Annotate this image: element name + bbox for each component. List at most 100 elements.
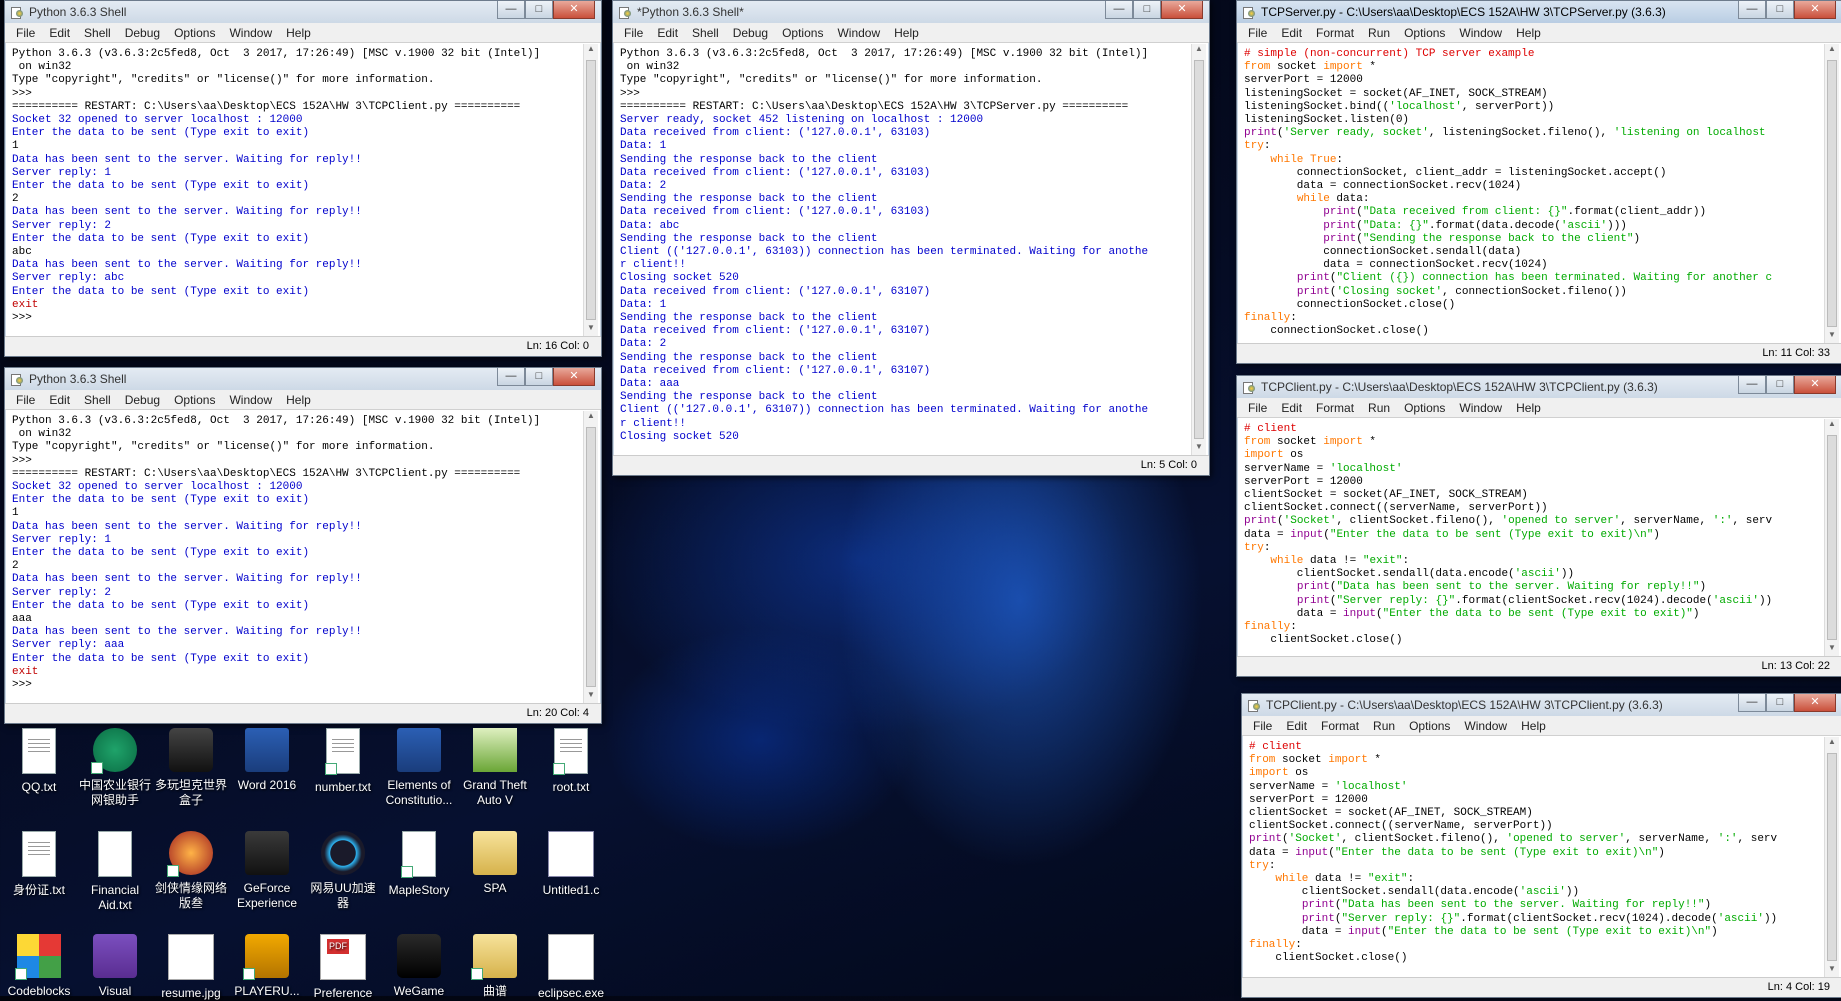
desktop-icon[interactable]: Grand Theft Auto V (458, 728, 532, 808)
desktop-icon[interactable]: GeForce Experience (230, 831, 304, 911)
desktop-icon[interactable]: QQ.txt (2, 728, 76, 795)
maximize-button[interactable]: □ (1133, 1, 1161, 19)
shell-window-1[interactable]: Python 3.6.3 Shell — □ ✕ File Edit Shell De… (4, 0, 602, 357)
menu-help[interactable]: Help (279, 26, 318, 40)
menu-shell[interactable]: Shell (77, 26, 118, 40)
minimize-button[interactable]: — (497, 368, 525, 386)
desktop-icon[interactable]: Visual (78, 934, 152, 999)
desktop-icon[interactable]: number.txt (306, 728, 380, 795)
minimize-button[interactable]: — (1738, 376, 1766, 394)
menu-edit[interactable]: Edit (650, 26, 685, 40)
menu-file[interactable]: File (9, 26, 42, 40)
client-editor-window-1[interactable]: TCPClient.py - C:\Users\aa\Desktop\ECS 1… (1236, 375, 1841, 677)
menu-options[interactable]: Options (1397, 26, 1452, 40)
desktop-icon[interactable]: Codeblocks (2, 934, 76, 999)
menu-help[interactable]: Help (279, 393, 318, 407)
menu-run[interactable]: Run (1361, 26, 1397, 40)
shell-output[interactable]: Python 3.6.3 (v3.6.3:2c5fed8, Oct 3 2017… (8, 44, 583, 336)
shell-output[interactable]: Python 3.6.3 (v3.6.3:2c5fed8, Oct 3 2017… (8, 411, 583, 703)
menu-help[interactable]: Help (887, 26, 926, 40)
server-editor-window[interactable]: TCPServer.py - C:\Users\aa\Desktop\ECS 1… (1236, 0, 1841, 364)
title-bar[interactable]: Python 3.6.3 Shell — □ ✕ (5, 368, 601, 390)
minimize-button[interactable]: — (497, 1, 525, 19)
desktop-icon[interactable]: 剑侠情缘网络 版叁 (154, 831, 228, 911)
menu-format[interactable]: Format (1309, 401, 1361, 415)
menu-file[interactable]: File (9, 393, 42, 407)
close-button[interactable]: ✕ (1161, 1, 1203, 19)
title-bar[interactable]: *Python 3.6.3 Shell* — □ ✕ (613, 1, 1209, 23)
desktop-icon[interactable]: Financial Aid.txt (78, 831, 152, 913)
maximize-button[interactable]: □ (1766, 376, 1794, 394)
maximize-button[interactable]: □ (1766, 694, 1794, 712)
menu-edit[interactable]: Edit (1279, 719, 1314, 733)
vertical-scrollbar[interactable]: ▲ ▼ (1191, 44, 1206, 455)
menu-window[interactable]: Window (222, 26, 279, 40)
desktop-icon[interactable]: WeGame (382, 934, 456, 999)
desktop-icon[interactable]: MapleStory (382, 831, 456, 898)
desktop-icon[interactable]: 中国农业银行 网银助手 (78, 728, 152, 808)
desktop-icon[interactable]: Preference (306, 934, 380, 1001)
close-button[interactable]: ✕ (553, 368, 595, 386)
close-button[interactable]: ✕ (553, 1, 595, 19)
code-editor[interactable]: # client from socket import * import os ser… (1245, 737, 1824, 977)
code-editor[interactable]: # simple (non-concurrent) TCP server exa… (1240, 44, 1824, 343)
minimize-button[interactable]: — (1738, 694, 1766, 712)
menu-options[interactable]: Options (1402, 719, 1457, 733)
menu-window[interactable]: Window (1452, 26, 1509, 40)
maximize-button[interactable]: □ (525, 1, 553, 19)
vertical-scrollbar[interactable]: ▲ ▼ (1824, 44, 1839, 343)
client-editor-window-2[interactable]: TCPClient.py - C:\Users\aa\Desktop\ECS 1… (1241, 693, 1841, 998)
desktop-icon[interactable]: 网易UU加速 器 (306, 831, 380, 911)
menu-options[interactable]: Options (167, 393, 222, 407)
vertical-scrollbar[interactable]: ▲ ▼ (583, 411, 598, 703)
title-bar[interactable]: TCPServer.py - C:\Users\aa\Desktop\ECS 1… (1237, 1, 1841, 23)
server-shell-window[interactable]: *Python 3.6.3 Shell* — □ ✕ File Edit Shell… (612, 0, 1210, 476)
menu-help[interactable]: Help (1509, 401, 1548, 415)
menu-help[interactable]: Help (1514, 719, 1553, 733)
desktop-icon[interactable]: 身份证.txt (2, 831, 76, 898)
desktop-icon[interactable]: Word 2016 (230, 728, 304, 793)
desktop-icon[interactable]: 多玩坦克世界 盒子 (154, 728, 228, 808)
menu-run[interactable]: Run (1366, 719, 1402, 733)
menu-debug[interactable]: Debug (118, 26, 167, 40)
close-button[interactable]: ✕ (1794, 694, 1836, 712)
desktop-icon[interactable]: root.txt (534, 728, 608, 795)
close-button[interactable]: ✕ (1794, 376, 1836, 394)
code-editor[interactable]: # client from socket import * import os ser… (1240, 419, 1824, 656)
vertical-scrollbar[interactable]: ▲ ▼ (1824, 737, 1839, 977)
menu-window[interactable]: Window (1457, 719, 1514, 733)
menu-help[interactable]: Help (1509, 26, 1548, 40)
close-button[interactable]: ✕ (1794, 1, 1836, 19)
desktop-icon[interactable]: resume.jpg (154, 934, 228, 1001)
menu-options[interactable]: Options (775, 26, 830, 40)
desktop-icon[interactable]: 曲谱 (458, 934, 532, 999)
menu-shell[interactable]: Shell (77, 393, 118, 407)
maximize-button[interactable]: □ (525, 368, 553, 386)
title-bar[interactable]: TCPClient.py - C:\Users\aa\Desktop\ECS 1… (1242, 694, 1841, 716)
desktop-icon[interactable]: eclipsec.exe (534, 934, 608, 1001)
desktop-icon[interactable]: Elements of Constitutio... (382, 728, 456, 808)
menu-edit[interactable]: Edit (1274, 401, 1309, 415)
menu-edit[interactable]: Edit (42, 26, 77, 40)
menu-run[interactable]: Run (1361, 401, 1397, 415)
menu-edit[interactable]: Edit (1274, 26, 1309, 40)
menu-options[interactable]: Options (1397, 401, 1452, 415)
maximize-button[interactable]: □ (1766, 1, 1794, 19)
desktop-icon[interactable]: SPA (458, 831, 532, 896)
shell-window-2[interactable]: Python 3.6.3 Shell — □ ✕ File Edit Shell De… (4, 367, 602, 724)
menu-shell[interactable]: Shell (685, 26, 726, 40)
menu-format[interactable]: Format (1309, 26, 1361, 40)
title-bar[interactable]: Python 3.6.3 Shell — □ ✕ (5, 1, 601, 23)
menu-window[interactable]: Window (1452, 401, 1509, 415)
desktop-icon[interactable]: PLAYERU... (230, 934, 304, 999)
title-bar[interactable]: TCPClient.py - C:\Users\aa\Desktop\ECS 1… (1237, 376, 1841, 398)
menu-debug[interactable]: Debug (118, 393, 167, 407)
vertical-scrollbar[interactable]: ▲ ▼ (583, 44, 598, 336)
menu-file[interactable]: File (1241, 26, 1274, 40)
minimize-button[interactable]: — (1738, 1, 1766, 19)
menu-window[interactable]: Window (830, 26, 887, 40)
desktop-icon[interactable]: Untitled1.c (534, 831, 608, 898)
menu-edit[interactable]: Edit (42, 393, 77, 407)
menu-file[interactable]: File (1246, 719, 1279, 733)
vertical-scrollbar[interactable]: ▲ ▼ (1824, 419, 1839, 656)
